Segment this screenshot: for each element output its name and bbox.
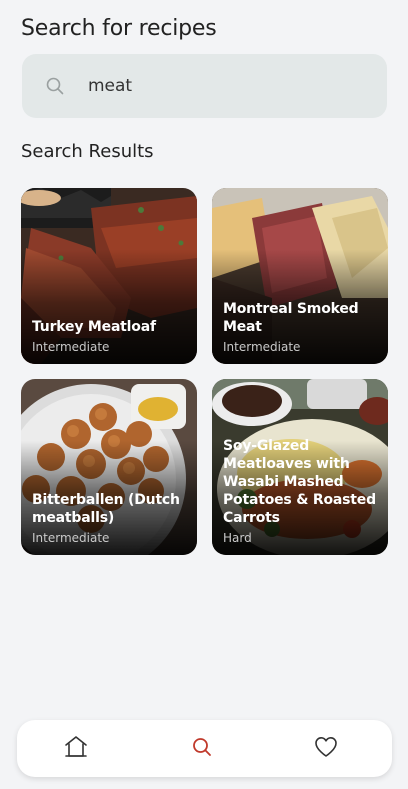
search-icon[interactable] — [189, 734, 215, 760]
recipe-card[interactable]: Soy-Glazed Meatloaves with Wasabi Mashed… — [212, 379, 388, 555]
app-screen: Search for recipes Search Results — [0, 0, 408, 789]
bottom-nav — [17, 720, 392, 777]
results-grid: Turkey Meatloaf Intermediate Montreal Sm… — [21, 188, 388, 556]
heart-icon[interactable] — [313, 734, 339, 760]
recipe-difficulty: Intermediate — [32, 531, 110, 545]
recipe-difficulty: Intermediate — [32, 340, 110, 354]
recipe-card[interactable]: Montreal Smoked Meat Intermediate — [212, 188, 388, 364]
recipe-card[interactable]: Turkey Meatloaf Intermediate — [21, 188, 197, 364]
recipe-name: Soy-Glazed Meatloaves with Wasabi Mashed… — [223, 438, 376, 526]
home-icon[interactable] — [63, 734, 89, 760]
recipe-name: Montreal Smoked Meat — [223, 301, 359, 335]
recipe-card[interactable]: Bitterballen (Dutch meatballs) Intermedi… — [21, 379, 197, 555]
section-title-results: Search Results — [21, 141, 154, 162]
recipe-name: Turkey Meatloaf — [32, 319, 156, 335]
page-title: Search for recipes — [21, 16, 217, 41]
search-input[interactable] — [88, 54, 368, 118]
recipe-difficulty: Hard — [223, 531, 252, 545]
recipe-name: Bitterballen (Dutch meatballs) — [32, 492, 180, 526]
search-bar[interactable] — [22, 54, 387, 118]
search-icon — [46, 77, 64, 95]
recipe-difficulty: Intermediate — [223, 340, 301, 354]
